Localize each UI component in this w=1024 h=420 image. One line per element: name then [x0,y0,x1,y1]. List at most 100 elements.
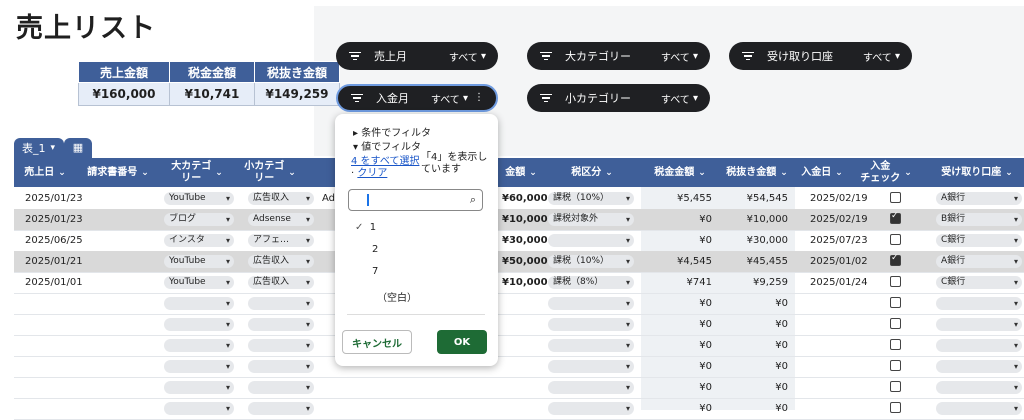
select-account[interactable]: C銀行 [936,276,1022,289]
paid-checkbox[interactable] [890,318,901,329]
select-tax-type[interactable]: 課税（8%） [548,276,634,289]
cell-net: ¥0 [775,298,788,309]
filter-chip-account[interactable]: 受け取り口座 すべて ▾ [729,42,912,70]
select-tax-type[interactable] [548,318,634,331]
select-minor-category[interactable] [248,381,314,394]
select-major-category[interactable] [164,297,234,310]
column-header[interactable]: 入金 チェック ⌄ [855,158,917,187]
chevron-down-icon[interactable]: ⌄ [288,167,296,179]
column-header[interactable]: 受け取り口座 ⌄ [930,158,1024,187]
column-header[interactable]: 小カテゴ リー ⌄ [238,158,302,187]
more-vert-icon[interactable]: ⋮ [474,93,484,103]
select-tax-type[interactable] [548,381,634,394]
select-tax-type[interactable] [548,339,634,352]
chevron-down-icon[interactable]: ⌄ [605,167,613,179]
paid-checkbox[interactable] [890,297,901,308]
select-account[interactable] [936,318,1022,331]
select-minor-category[interactable] [248,318,314,331]
filter-chip-payment-month[interactable]: 入金月 すべて ▾ ⋮ [336,84,498,112]
ok-button[interactable]: OK [437,330,487,354]
select-minor-category[interactable] [248,297,314,310]
select-major-category[interactable] [164,402,234,415]
select-account[interactable]: A銀行 [936,255,1022,268]
paid-checkbox[interactable] [890,339,901,350]
chevron-down-icon[interactable]: ⌄ [904,167,912,179]
select-tax-type[interactable] [548,297,634,310]
option-1[interactable]: ✓ 1 [355,222,376,233]
chevron-down-icon[interactable]: ⌄ [698,167,706,179]
option-blank[interactable]: （空白） [377,289,417,304]
column-header[interactable]: 請求書番号 ⌄ [78,158,158,187]
select-minor-category[interactable] [248,339,314,352]
paid-checkbox[interactable] [890,192,901,203]
select-major-category[interactable] [164,339,234,352]
chevron-down-icon[interactable]: ⌄ [215,167,223,179]
column-header[interactable]: 税区分 ⌄ [544,158,640,187]
select-major-category[interactable] [164,360,234,373]
filter-chip-minor-category[interactable]: 小カテゴリー すべて ▾ [527,84,710,112]
paid-checkbox[interactable] [890,276,901,287]
select-account[interactable] [936,339,1022,352]
paid-checkbox[interactable] [890,253,901,266]
select-minor-category[interactable]: 広告収入 [248,192,314,205]
select-account[interactable] [936,297,1022,310]
chevron-down-icon[interactable]: ⌄ [141,167,149,179]
cell-amount: ¥60,000 [502,193,548,204]
select-minor-category[interactable]: Adsense [248,213,314,226]
dropdown-arrow-icon: ▾ [689,50,698,62]
column-header[interactable]: 税抜き金額 ⌄ [719,158,795,187]
chevron-down-icon[interactable]: ⌄ [835,167,843,179]
select-major-category[interactable]: YouTube [164,255,234,268]
paid-checkbox[interactable] [890,234,901,245]
option-7[interactable]: 7 [372,266,378,277]
select-minor-category[interactable]: 広告収入 [248,255,314,268]
cancel-button[interactable]: キャンセル [342,330,412,354]
select-account[interactable] [936,381,1022,394]
select-account[interactable] [936,402,1022,415]
dropdown-arrow-icon: ▾ [689,92,698,104]
table-grid-icon[interactable]: ▦ [64,138,92,158]
select-tax-type[interactable] [548,234,634,247]
filter-by-condition[interactable]: ▸ 条件でフィルタ [353,124,431,139]
select-major-category[interactable]: YouTube [164,192,234,205]
chevron-down-icon[interactable]: ⌄ [1005,167,1013,179]
paid-checkbox[interactable] [890,381,901,392]
clear-link[interactable]: クリア [357,168,387,179]
search-input[interactable]: ⌕ [348,189,483,211]
select-minor-category[interactable]: 広告収入 [248,276,314,289]
select-major-category[interactable]: インスタ [164,234,234,247]
chevron-down-icon[interactable]: ⌄ [529,167,537,179]
select-minor-category[interactable] [248,360,314,373]
filter-chip-major-category[interactable]: 大カテゴリー すべて ▾ [527,42,710,70]
select-major-category[interactable]: YouTube [164,276,234,289]
select-tax-type[interactable]: 課税（10%） [548,192,634,205]
select-account[interactable]: C銀行 [936,234,1022,247]
select-minor-category[interactable]: アフェ… [248,234,314,247]
select-tax-type[interactable]: 課税対象外 [548,213,634,226]
paid-checkbox[interactable] [890,211,901,224]
select-account[interactable] [936,360,1022,373]
column-header[interactable]: 売上日 ⌄ [14,158,76,187]
chevron-down-icon[interactable]: ⌄ [58,167,66,179]
filter-by-value[interactable]: ▾ 値でフィルタ [353,138,421,153]
column-header[interactable]: 税金金額 ⌄ [641,158,719,187]
filter-chip-sales-month[interactable]: 売上月 すべて ▾ [336,42,498,70]
select-tax-type[interactable] [548,402,634,415]
table-tab[interactable]: 表_1 ▾ [14,138,64,158]
select-tax-type[interactable]: 課税（10%） [548,255,634,268]
cell-net: ¥10,000 [746,214,788,225]
select-major-category[interactable] [164,381,234,394]
select-major-category[interactable]: ブログ [164,213,234,226]
paid-checkbox[interactable] [890,360,901,371]
column-header[interactable]: 金額 ⌄ [498,158,544,187]
column-header[interactable]: 入金日 ⌄ [797,158,847,187]
select-major-category[interactable] [164,318,234,331]
column-header[interactable]: 大カテゴ リー ⌄ [160,158,234,187]
select-account[interactable]: B銀行 [936,213,1022,226]
select-minor-category[interactable] [248,402,314,415]
select-account[interactable]: A銀行 [936,192,1022,205]
chevron-down-icon[interactable]: ⌄ [780,167,788,179]
option-2[interactable]: 2 [372,244,378,255]
select-tax-type[interactable] [548,360,634,373]
paid-checkbox[interactable] [890,402,901,413]
